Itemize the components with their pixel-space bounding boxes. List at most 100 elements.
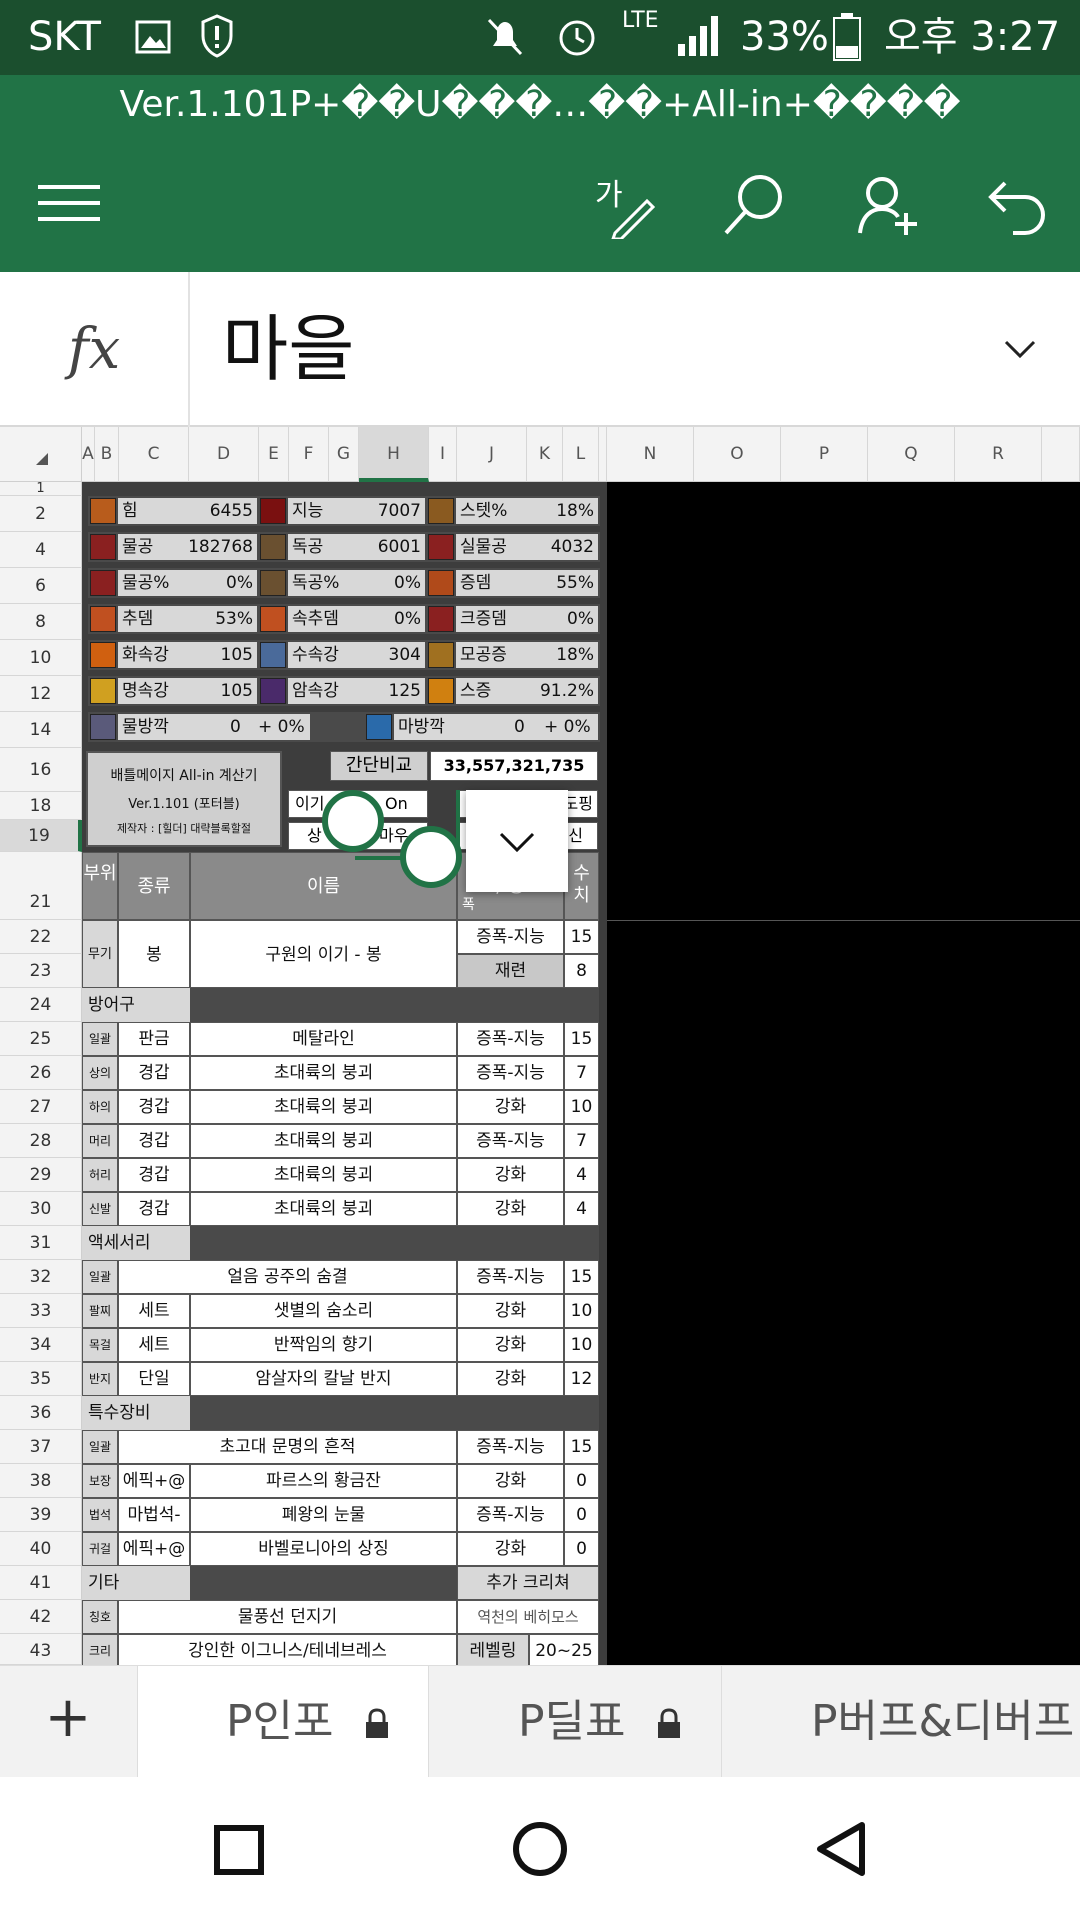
acc-name[interactable]: 얼음 공주의 숨결 [118, 1260, 457, 1294]
creature-name[interactable]: 강인한 이그니스/테네브레스 [118, 1634, 457, 1665]
armor-kind[interactable]: 경갑 [118, 1124, 190, 1158]
recent-apps-icon[interactable] [214, 1825, 264, 1875]
acc-value[interactable]: 10 [564, 1328, 599, 1362]
column-header[interactable]: N [607, 427, 694, 482]
special-kind[interactable]: 마법석- [118, 1498, 190, 1532]
title-part[interactable]: 칭호 [82, 1600, 118, 1634]
special-value[interactable]: 0 [564, 1532, 599, 1566]
armor-value[interactable]: 4 [564, 1158, 599, 1192]
armor-kind[interactable]: 경갑 [118, 1090, 190, 1124]
creature-value[interactable]: 20~25 [529, 1634, 599, 1665]
acc-name[interactable]: 반짝임의 향기 [190, 1328, 457, 1362]
special-name[interactable]: 바벨로니아의 상징 [190, 1532, 457, 1566]
armor-value[interactable]: 7 [564, 1124, 599, 1158]
special-name[interactable]: 폐왕의 눈물 [190, 1498, 457, 1532]
formula-input[interactable]: 마을 [222, 290, 354, 395]
undo-icon[interactable] [985, 175, 1049, 239]
armor-kind[interactable]: 경갑 [118, 1192, 190, 1226]
title-extra[interactable]: 역천의 베히모스 [457, 1600, 599, 1634]
column-header[interactable]: R [955, 427, 1042, 482]
armor-option[interactable]: 강화 [457, 1158, 564, 1192]
armor-value[interactable]: 15 [564, 1022, 599, 1056]
selection-handle-start[interactable] [322, 790, 384, 852]
special-name[interactable]: 파르스의 황금잔 [190, 1464, 457, 1498]
tab-p-dps-table[interactable]: P딜표 [430, 1666, 722, 1778]
special-part[interactable]: 귀걸 [82, 1532, 118, 1566]
armor-value[interactable]: 10 [564, 1090, 599, 1124]
special-part[interactable]: 법석 [82, 1498, 118, 1532]
armor-option[interactable]: 강화 [457, 1090, 564, 1124]
chevron-down-icon[interactable] [1004, 340, 1036, 360]
special-option[interactable]: 증폭-지능 [457, 1498, 564, 1532]
add-person-icon[interactable] [856, 173, 920, 237]
back-icon[interactable] [812, 1821, 868, 1877]
column-header[interactable]: Q [868, 427, 955, 482]
special-name[interactable]: 초고대 문명의 흔적 [118, 1430, 457, 1464]
column-header[interactable]: O [694, 427, 781, 482]
special-value[interactable]: 0 [564, 1498, 599, 1532]
acc-value[interactable]: 10 [564, 1294, 599, 1328]
armor-option[interactable]: 증폭-지능 [457, 1124, 564, 1158]
acc-part[interactable]: 일괄 [82, 1260, 118, 1294]
armor-name[interactable]: 초대륙의 붕괴 [190, 1056, 457, 1090]
armor-kind[interactable]: 판금 [118, 1022, 190, 1056]
armor-option[interactable]: 증폭-지능 [457, 1056, 564, 1090]
armor-name[interactable]: 초대륙의 붕괴 [190, 1124, 457, 1158]
creature-part[interactable]: 크리 [82, 1634, 118, 1665]
armor-name[interactable]: 초대륙의 붕괴 [190, 1090, 457, 1124]
armor-part[interactable]: 일괄 [82, 1022, 118, 1056]
special-part[interactable]: 일괄 [82, 1430, 118, 1464]
armor-option[interactable]: 강화 [457, 1192, 564, 1226]
acc-name[interactable]: 암살자의 칼날 반지 [190, 1362, 457, 1396]
acc-part[interactable]: 반지 [82, 1362, 118, 1396]
acc-value[interactable]: 12 [564, 1362, 599, 1396]
acc-option[interactable]: 강화 [457, 1362, 564, 1396]
armor-part[interactable]: 신발 [82, 1192, 118, 1226]
special-kind[interactable]: 에픽+@ [118, 1532, 190, 1566]
special-value[interactable]: 0 [564, 1464, 599, 1498]
special-option[interactable]: 강화 [457, 1532, 564, 1566]
extra-creature-label[interactable]: 추가 크리쳐 [457, 1566, 599, 1600]
acc-option[interactable]: 강화 [457, 1294, 564, 1328]
edit-pen-icon[interactable]: 가 [595, 175, 659, 239]
acc-name[interactable]: 샛별의 숨소리 [190, 1294, 457, 1328]
armor-value[interactable]: 4 [564, 1192, 599, 1226]
special-part[interactable]: 보장 [82, 1464, 118, 1498]
acc-part[interactable]: 팔찌 [82, 1294, 118, 1328]
special-kind[interactable]: 에픽+@ [118, 1464, 190, 1498]
acc-kind[interactable]: 세트 [118, 1328, 190, 1362]
tab-p-info[interactable]: P인포 [137, 1666, 429, 1778]
fx-label[interactable]: fx [0, 272, 190, 427]
armor-part[interactable]: 머리 [82, 1124, 118, 1158]
special-option[interactable]: 강화 [457, 1464, 564, 1498]
armor-kind[interactable]: 경갑 [118, 1056, 190, 1090]
column-header[interactable] [1042, 427, 1080, 482]
special-value[interactable]: 15 [564, 1430, 599, 1464]
acc-option[interactable]: 증폭-지능 [457, 1260, 564, 1294]
acc-value[interactable]: 15 [564, 1260, 599, 1294]
armor-part[interactable]: 상의 [82, 1056, 118, 1090]
selection-handle-end[interactable] [400, 826, 462, 888]
column-header[interactable]: P [781, 427, 868, 482]
special-option[interactable]: 증폭-지능 [457, 1430, 564, 1464]
tab-p-buff-debuff[interactable]: P버프&디버프 [723, 1666, 1080, 1778]
acc-option[interactable]: 강화 [457, 1328, 564, 1362]
home-icon[interactable] [512, 1821, 568, 1877]
armor-kind[interactable]: 경갑 [118, 1158, 190, 1192]
armor-value[interactable]: 7 [564, 1056, 599, 1090]
acc-kind[interactable]: 세트 [118, 1294, 190, 1328]
search-icon[interactable] [722, 173, 786, 237]
creature-option[interactable]: 레벨링 [457, 1634, 529, 1665]
armor-option[interactable]: 증폭-지능 [457, 1022, 564, 1056]
armor-name[interactable]: 초대륙의 붕괴 [190, 1158, 457, 1192]
armor-name[interactable]: 초대륙의 붕괴 [190, 1192, 457, 1226]
cell-context-button[interactable] [466, 790, 568, 892]
armor-name[interactable]: 메탈라인 [190, 1022, 457, 1056]
acc-part[interactable]: 목걸 [82, 1328, 118, 1362]
armor-part[interactable]: 하의 [82, 1090, 118, 1124]
title-name[interactable]: 물풍선 던지기 [118, 1600, 457, 1634]
acc-kind[interactable]: 단일 [118, 1362, 190, 1396]
armor-part[interactable]: 허리 [82, 1158, 118, 1192]
menu-icon[interactable] [38, 183, 100, 223]
add-sheet-button[interactable]: + [0, 1666, 136, 1778]
